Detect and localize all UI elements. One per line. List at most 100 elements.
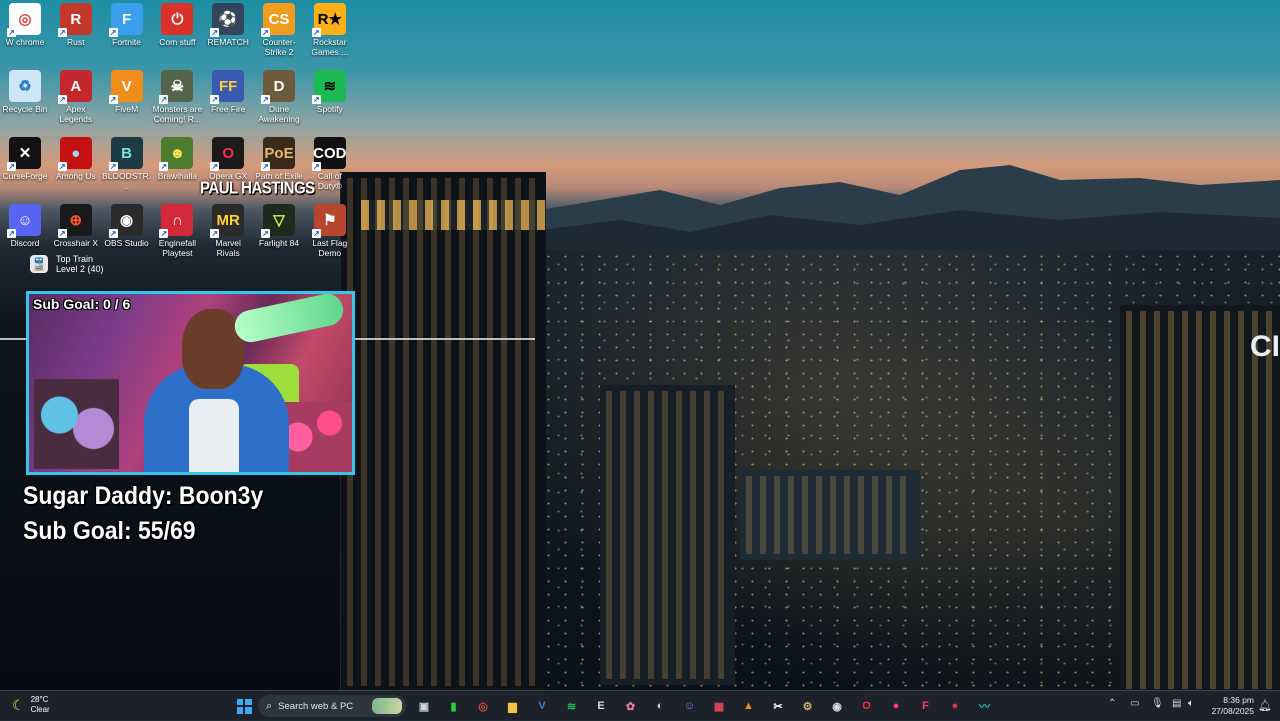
sugar-daddy-text: Sugar Daddy: Boon3y: [23, 482, 264, 510]
taskbar-vlc-icon[interactable]: ▲: [739, 696, 759, 716]
desktop-icon-label: CurseForge: [2, 171, 48, 181]
app-icon: ♻: [9, 70, 41, 102]
volume-icon[interactable]: 🔈︎: [1188, 698, 1194, 709]
app-icon: O: [210, 137, 245, 171]
app-icon: B: [108, 137, 143, 171]
microphone-icon[interactable]: 🎙︎: [1151, 698, 1164, 709]
desktop-icon-counter-strike-2[interactable]: CSCounter-Strike 2: [254, 0, 304, 57]
clock-date: 27/08/2025: [1211, 706, 1254, 716]
app-icon: D: [261, 70, 295, 104]
taskbar-app-teal-icon[interactable]: 〰: [975, 696, 995, 716]
paul-hastings-watermark: PAUL HASTINGS: [200, 178, 315, 199]
desktop-icon-fivem[interactable]: VFiveM: [102, 67, 152, 114]
taskbar-discord-icon[interactable]: ☺: [680, 696, 700, 716]
taskbar-file-explorer-icon[interactable]: ▆: [503, 696, 523, 716]
desktop-icon-farlight-84[interactable]: ▽Farlight 84: [254, 201, 304, 248]
app-icon: ∩: [159, 204, 194, 238]
desktop-icon-label: Free Fire: [210, 104, 246, 114]
taskbar-spotify-icon[interactable]: ≋: [562, 696, 582, 716]
taskbar-epic-games-icon[interactable]: E: [591, 696, 611, 716]
app-icon: PoE: [261, 137, 295, 171]
desktop-icon-spotify[interactable]: ≋Spotify: [305, 67, 355, 114]
desktop-icon-label: OBS Studio: [104, 238, 149, 248]
clock-time: 8:36 pm: [1223, 695, 1254, 705]
desktop-icon-recycle-bin[interactable]: ♻ Recycle Bin: [0, 67, 50, 114]
taskbar-search[interactable]: ⌕ Search web & PC: [258, 695, 406, 717]
train-icon: 🚆: [30, 255, 48, 273]
desktop-icon-crosshair-x[interactable]: ⊕Crosshair X: [51, 201, 101, 248]
taskbar-app-green-icon[interactable]: ▮: [444, 696, 464, 716]
app-icon: V: [108, 70, 143, 104]
taskbar-app-red2-icon[interactable]: ●: [945, 696, 965, 716]
desktop-icon-label: Crosshair X: [53, 238, 98, 248]
taskbar-task-view-icon[interactable]: ▣: [414, 696, 434, 716]
taskbar-app-pink-icon[interactable]: ✿: [621, 696, 641, 716]
app-icon: A: [57, 70, 92, 104]
desktop-icon-free-fire[interactable]: FFFree Fire: [203, 67, 253, 114]
desktop-icon-label: Last Flag Demo: [312, 238, 348, 258]
desktop-icon-curseforge[interactable]: ✕CurseForge: [0, 134, 50, 181]
search-placeholder: Search web & PC: [278, 700, 354, 712]
desktop-icon-label: BLOODSTR...: [102, 171, 152, 191]
app-icon: ✕: [7, 137, 41, 171]
start-button[interactable]: [234, 696, 254, 716]
taskbar-app-red-icon[interactable]: ●: [886, 696, 906, 716]
desktop-icon-rematch[interactable]: ⚽REMATCH: [203, 0, 253, 47]
taskbar-chrome-icon[interactable]: ◎: [473, 696, 493, 716]
app-icon: ⚽: [210, 3, 245, 37]
taskbar-app-gear-icon[interactable]: ⚙: [798, 696, 818, 716]
sub-goal-text: Sub Goal: 55/69: [23, 517, 196, 545]
desktop-icon-brawlhalla[interactable]: ☻Brawlhalla: [152, 134, 202, 181]
desktop-icon-fortnite[interactable]: FFortnite: [102, 0, 152, 47]
app-icon: ☻: [159, 137, 194, 171]
desktop-icon-w-chrome[interactable]: ◎W chrome: [0, 0, 50, 47]
desktop-icon-among-us[interactable]: ●Among Us: [51, 134, 101, 181]
app-icon: ☺: [7, 204, 41, 238]
moon-icon: ☾: [12, 696, 25, 713]
taskbar-vscode-icon[interactable]: V: [532, 696, 552, 716]
taskbar-app-riot-icon[interactable]: F: [916, 696, 936, 716]
citi-sign: CI: [1250, 330, 1280, 363]
taskbar-opera-gx-icon[interactable]: O: [857, 696, 877, 716]
app-icon: R: [57, 3, 92, 37]
desktop-icon-label: Enginefall Playtest: [158, 238, 197, 258]
system-clock[interactable]: 8:36 pm 27/08/2025: [1211, 695, 1254, 717]
cam-subgoal: Sub Goal: 0 / 6: [33, 296, 131, 312]
network-icon[interactable]: ▤: [1172, 698, 1181, 709]
chevron-up-icon[interactable]: ⌃: [1108, 698, 1116, 709]
desktop-icon-rockstar-games[interactable]: R★Rockstar Games ...: [305, 0, 355, 57]
desktop-icon-dune-awakening[interactable]: DDune Awakening: [254, 67, 304, 124]
desktop-icon-opera-gx[interactable]: OOpera GX: [203, 134, 253, 181]
desktop-icon-enginefall-playtest[interactable]: ∩Enginefall Playtest: [152, 201, 202, 258]
desktop-icon-monsters-are-coming-r[interactable]: ☠Monsters are Coming! R...: [152, 67, 202, 124]
desktop-icon-obs-studio[interactable]: ◉OBS Studio: [102, 201, 152, 248]
desktop-icon-label: Apex Legends: [59, 104, 93, 124]
taskbar-capcut-icon[interactable]: ✂: [768, 696, 788, 716]
top-train-widget[interactable]: 🚆 Top Train Level 2 (40): [30, 254, 104, 274]
windows-icon: [236, 698, 252, 714]
desktop-icon-label: Monsters are Coming! R...: [152, 104, 203, 124]
notification-icon[interactable]: 🔔︎: [1258, 699, 1272, 712]
taskbar-steam-icon[interactable]: ◐: [650, 696, 670, 716]
desktop-icon-bloodstr[interactable]: BBLOODSTR...: [102, 134, 152, 191]
desktop-icon-label: Dune Awakening: [258, 104, 300, 124]
tray-app-icon[interactable]: ▭: [1130, 698, 1139, 709]
desktop-icon-com-stuff[interactable]: ⏻ Com stuff: [152, 0, 202, 47]
weather-temp: 28°C: [30, 695, 49, 704]
app-icon: CS: [261, 3, 295, 37]
desktop-icon-rust[interactable]: RRust: [51, 0, 101, 47]
desktop-icon-label: Discord: [10, 238, 40, 248]
app-icon: ≋: [311, 70, 346, 104]
app-icon: ⊕: [57, 204, 92, 238]
desktop-icon-marvel-rivals[interactable]: MRMarvel Rivals: [203, 201, 253, 258]
desktop-icon-apex-legends[interactable]: AApex Legends: [51, 67, 101, 124]
taskbar-obs-icon[interactable]: ◉: [827, 696, 847, 716]
desktop-icon-last-flag-demo[interactable]: ⚑Last Flag Demo: [305, 201, 355, 258]
app-icon: MR: [210, 204, 245, 238]
weather-widget[interactable]: ☾ 28°C Clear: [12, 695, 50, 715]
desktop-icon-label: Rust: [67, 37, 85, 47]
desktop-icon-label: W chrome: [5, 37, 45, 47]
office-tower: [600, 385, 735, 685]
desktop-icon-discord[interactable]: ☺Discord: [0, 201, 50, 248]
taskbar-app-red-square-icon[interactable]: ▦: [709, 696, 729, 716]
